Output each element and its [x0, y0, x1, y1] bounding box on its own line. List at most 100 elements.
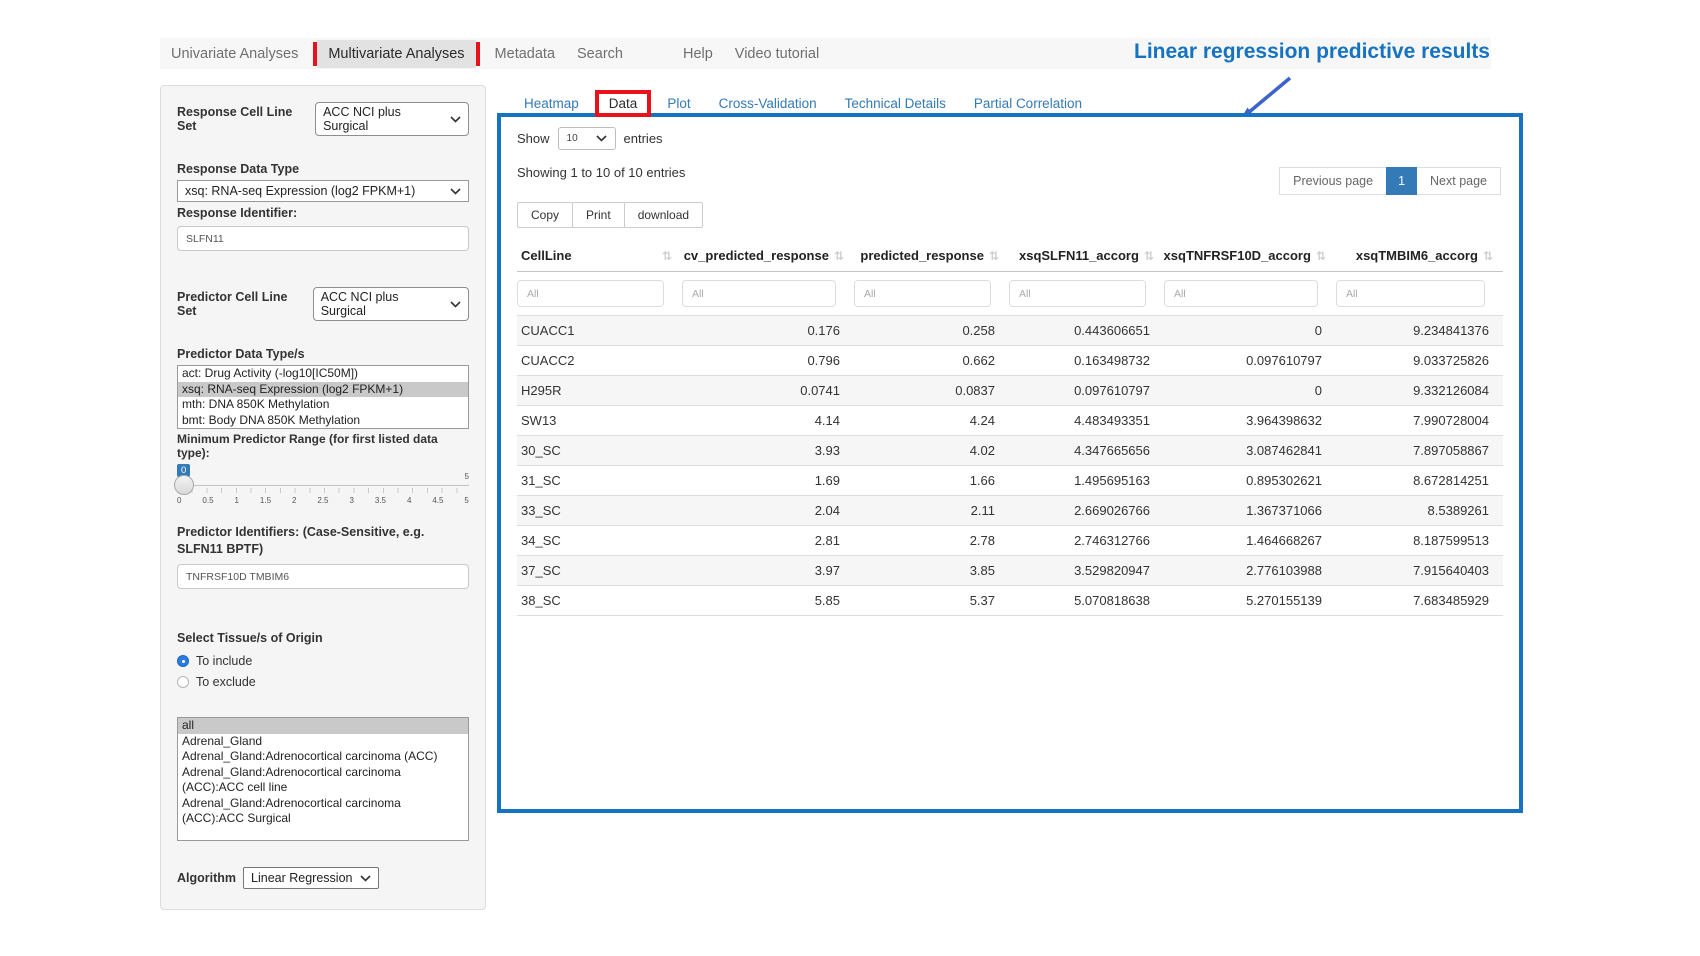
table-row: 33_SC2.042.112.6690267661.3673710668.538… [517, 496, 1503, 526]
print-button[interactable]: Print [572, 202, 625, 228]
table-row: CUACC20.7960.6620.1634987320.0976107979.… [517, 346, 1503, 376]
filter-input-predicted-response[interactable] [854, 280, 991, 307]
radio-to-include[interactable]: To include [177, 654, 469, 668]
chevron-down-icon [450, 116, 461, 123]
algorithm-select[interactable]: Linear Regression [243, 867, 379, 889]
sort-icon[interactable] [1483, 249, 1493, 263]
nav-item-help[interactable]: Help [672, 40, 724, 68]
annotation-title: Linear regression predictive results [1134, 40, 1490, 64]
show-entries-suffix: entries [624, 131, 663, 146]
filter-input-xsqslfn11-accorg[interactable] [1009, 280, 1146, 307]
chevron-down-icon [450, 188, 461, 195]
table-row: H295R0.07410.08370.09761079709.332126084 [517, 376, 1503, 406]
filter-input-xsqtmbim6-accorg[interactable] [1336, 280, 1485, 307]
annotation-red-box-nav: Multivariate Analyses [313, 42, 479, 66]
slider-tick-marks [177, 488, 469, 493]
tissues-listbox: all Adrenal_Gland Adrenal_Gland:Adrenoco… [177, 717, 469, 841]
nav-item-video-tutorial[interactable]: Video tutorial [724, 40, 830, 68]
download-button[interactable]: download [624, 202, 703, 228]
response-identifier-input[interactable] [177, 226, 469, 251]
listbox-option[interactable]: Adrenal_Gland [178, 734, 468, 750]
tissues-of-origin-label: Select Tissue/s of Origin [177, 631, 469, 645]
column-header-cv-predicted-response[interactable]: cv_predicted_response [682, 240, 854, 272]
nav-item-metadata[interactable]: Metadata [484, 40, 566, 68]
filter-input-cv-predicted-response[interactable] [682, 280, 836, 307]
table-filter-row [517, 272, 1503, 316]
listbox-option[interactable]: act: Drug Activity (-log10[IC50M]) [178, 366, 468, 382]
analysis-settings-sidebar: Response Cell Line Set ACC NCI plus Surg… [160, 85, 486, 910]
sort-icon[interactable] [834, 249, 844, 263]
listbox-option-selected[interactable]: xsq: RNA-seq Expression (log2 FPKM+1) [178, 382, 468, 398]
sort-icon[interactable] [1144, 249, 1154, 263]
column-header-xsqtnfrsf10d-accorg[interactable]: xsqTNFRSF10D_accorg [1164, 240, 1336, 272]
table-row: 30_SC3.934.024.3476656563.0874628417.897… [517, 436, 1503, 466]
sort-icon[interactable] [662, 249, 672, 263]
sort-icon[interactable] [989, 249, 999, 263]
predictor-cell-line-set-label: Predictor Cell Line Set [177, 290, 306, 318]
predictor-cell-line-set-select[interactable]: ACC NCI plus Surgical [313, 287, 469, 321]
data-results-panel: Show 10 entries Showing 1 to 10 of 10 en… [497, 113, 1523, 813]
show-entries-select[interactable]: 10 [558, 127, 616, 150]
chevron-down-icon [360, 875, 371, 882]
column-header-xsqtmbim6-accorg[interactable]: xsqTMBIM6_accorg [1336, 240, 1503, 272]
response-cell-line-set-label: Response Cell Line Set [177, 105, 308, 133]
listbox-option[interactable]: mth: DNA 850K Methylation [178, 397, 468, 413]
predictor-data-types-label: Predictor Data Type/s [177, 347, 469, 361]
results-table: CellLine cv_predicted_response predicted… [517, 240, 1503, 616]
filter-input-cellline[interactable] [517, 280, 664, 307]
radio-unselected-icon [177, 676, 189, 688]
table-row: 37_SC3.973.853.5298209472.7761039887.915… [517, 556, 1503, 586]
predictor-identifiers-label: Predictor Identifiers: (Case-Sensitive, … [177, 524, 472, 558]
response-data-type-select[interactable]: xsq: RNA-seq Expression (log2 FPKM+1) [177, 180, 469, 202]
listbox-option[interactable]: bmt: Body DNA 850K Methylation [178, 413, 468, 429]
tab-plot[interactable]: Plot [653, 94, 704, 113]
table-row: 38_SC5.855.375.0708186385.2701551397.683… [517, 586, 1503, 616]
sort-icon[interactable] [1316, 249, 1326, 263]
radio-to-exclude[interactable]: To exclude [177, 675, 469, 689]
response-cell-line-set-select[interactable]: ACC NCI plus Surgical [315, 102, 469, 136]
listbox-option-selected[interactable]: all [178, 718, 468, 734]
slider-tick-labels: 00.511.522.533.544.55 [177, 496, 469, 505]
chevron-down-icon [596, 135, 607, 142]
annotation-red-box-tab: Data [595, 90, 652, 117]
table-header-row: CellLine cv_predicted_response predicted… [517, 240, 1503, 272]
copy-button[interactable]: Copy [517, 202, 573, 228]
previous-page-button[interactable]: Previous page [1279, 167, 1386, 195]
min-predictor-range-label: Minimum Predictor Range (for first liste… [177, 432, 469, 460]
table-row: CUACC10.1760.2580.44360665109.234841376 [517, 316, 1503, 346]
nav-item-multivariate-analyses[interactable]: Multivariate Analyses [317, 40, 475, 68]
export-buttons: Copy Print download [517, 202, 1503, 228]
column-header-predicted-response[interactable]: predicted_response [854, 240, 1009, 272]
slider-max-label: 5 [465, 472, 469, 481]
table-row: 31_SC1.691.661.4956951630.8953026218.672… [517, 466, 1503, 496]
filter-input-xsqtnfrsf10d-accorg[interactable] [1164, 280, 1318, 307]
chevron-down-icon [450, 301, 461, 308]
show-entries-prefix: Show [517, 131, 550, 146]
pagination: Previous page 1 Next page [1279, 167, 1501, 195]
page-1-button[interactable]: 1 [1386, 167, 1417, 195]
tab-partial-correlation[interactable]: Partial Correlation [960, 94, 1096, 113]
predictor-data-types-listbox: act: Drug Activity (-log10[IC50M]) xsq: … [177, 365, 469, 429]
nav-item-search[interactable]: Search [566, 40, 634, 68]
response-identifier-label: Response Identifier: [177, 206, 469, 220]
tab-technical-details[interactable]: Technical Details [831, 94, 960, 113]
tab-data[interactable]: Data [609, 96, 638, 111]
listbox-option[interactable]: Adrenal_Gland:Adrenocortical carcinoma (… [178, 765, 468, 796]
slider-handle[interactable] [174, 475, 194, 495]
predictor-identifiers-input[interactable] [177, 564, 469, 589]
nav-item-univariate-analyses[interactable]: Univariate Analyses [160, 40, 309, 68]
tab-heatmap[interactable]: Heatmap [510, 94, 593, 113]
tab-cross-validation[interactable]: Cross-Validation [705, 94, 831, 113]
response-data-type-label: Response Data Type [177, 162, 469, 176]
table-row: SW134.144.244.4834933513.9643986327.9907… [517, 406, 1503, 436]
listbox-option[interactable]: Adrenal_Gland:Adrenocortical carcinoma (… [178, 749, 468, 765]
algorithm-label: Algorithm [177, 871, 236, 885]
min-predictor-range-slider: 0 5 00.511.522.533.544.55 [177, 464, 469, 516]
next-page-button[interactable]: Next page [1417, 167, 1501, 195]
listbox-option[interactable]: Adrenal_Gland:Adrenocortical carcinoma (… [178, 796, 468, 827]
column-header-xsqslfn11-accorg[interactable]: xsqSLFN11_accorg [1009, 240, 1164, 272]
table-row: 34_SC2.812.782.7463127661.4646682678.187… [517, 526, 1503, 556]
radio-selected-icon [177, 655, 189, 667]
column-header-cellline[interactable]: CellLine [517, 240, 682, 272]
slider-track[interactable] [177, 485, 469, 486]
